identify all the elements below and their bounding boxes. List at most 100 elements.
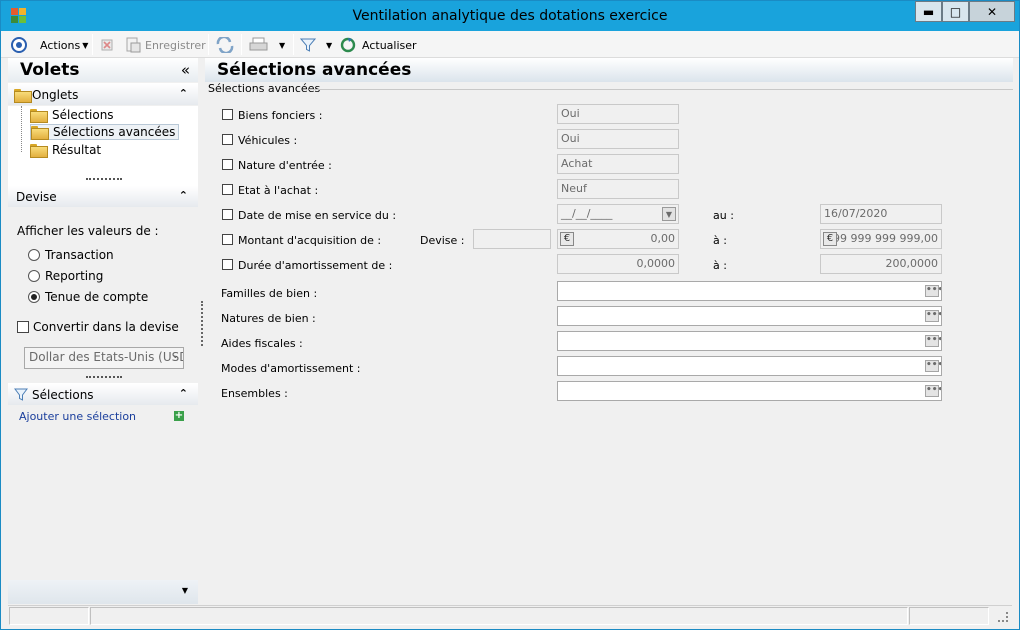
service-date-to[interactable]: 16/07/2020 [820, 204, 942, 224]
checkbox-land-assets[interactable] [222, 109, 233, 120]
selections-section-header[interactable]: Sélections ⌃ [8, 383, 198, 405]
checkbox-service-date[interactable] [222, 209, 233, 220]
print-icon[interactable]: ▼ [249, 36, 285, 54]
service-date-from[interactable]: __/__/____ ▼ [557, 204, 679, 224]
ellipsis-icon[interactable]: ••• [925, 335, 941, 347]
radio-transaction[interactable]: Transaction [28, 247, 114, 263]
actions-label: Actions [40, 38, 81, 52]
checkbox-vehicles[interactable] [222, 134, 233, 145]
asset-families-field[interactable]: ••• [557, 281, 942, 301]
chevron-up-icon[interactable]: ⌃ [179, 387, 188, 400]
currency-field[interactable] [473, 229, 551, 249]
row-label: Date de mise en service du : [238, 209, 397, 222]
folder-icon [14, 89, 32, 103]
checkbox-acquisition-amount[interactable] [222, 234, 233, 245]
radio-button[interactable] [28, 291, 40, 303]
ellipsis-icon[interactable]: ••• [925, 360, 941, 372]
convert-checkbox[interactable] [17, 321, 29, 333]
title-bar[interactable]: Ventilation analytique des dotations exe… [1, 1, 1019, 31]
chevron-up-icon[interactable]: ⌃ [179, 87, 188, 100]
refresh-button[interactable]: Actualiser [340, 36, 417, 54]
duration-to[interactable]: 200,0000 [820, 254, 942, 274]
checkbox-entry-nature[interactable] [222, 159, 233, 170]
sync-icon[interactable] [216, 36, 234, 54]
chevron-down-icon: ⌄ [171, 351, 179, 361]
radio-reporting[interactable]: Reporting [28, 268, 103, 284]
toolbar: Actions ▼ Enregistrer ▼ ▼ Actualiser [1, 31, 1019, 58]
entry-nature-value[interactable]: Achat [557, 154, 679, 174]
vehicles-value[interactable]: Oui [557, 129, 679, 149]
chevron-down-icon[interactable]: ▼ [182, 586, 188, 595]
ellipsis-icon[interactable]: ••• [925, 285, 941, 297]
radio-button[interactable] [28, 249, 40, 261]
minimize-button[interactable]: ▬ [915, 1, 942, 22]
asset-natures-field[interactable]: ••• [557, 306, 942, 326]
euro-icon: € [823, 232, 837, 246]
row-label: Nature d'entrée : [238, 159, 332, 172]
checkbox-purchase-state[interactable] [222, 184, 233, 195]
row-label: Durée d'amortissement de : [238, 259, 393, 272]
chevron-down-icon: ▼ [326, 40, 333, 50]
sets-field[interactable]: ••• [557, 381, 942, 401]
filter-icon[interactable]: ▼ [300, 36, 332, 54]
radio-account-keeping[interactable]: Tenue de compte [28, 289, 148, 305]
amount-from[interactable]: € 0,00 [557, 229, 679, 249]
date-from-value: __/__/____ [561, 207, 613, 220]
currency-select[interactable]: Dollar des Etats-Unis (USD ⌄ [24, 347, 184, 369]
ellipsis-icon[interactable]: ••• [925, 385, 941, 397]
row-label: Modes d'amortissement : [221, 362, 361, 375]
convert-checkbox-row[interactable]: Convertir dans la devise [17, 320, 179, 334]
amount-to-value: 999 999 999 999,00 [826, 232, 938, 245]
tabs-section-header[interactable]: Onglets ⌃ [8, 83, 198, 105]
tab-label: Résultat [52, 143, 102, 157]
tab-selections[interactable]: Sélections [30, 107, 114, 123]
row-label: Natures de bien : [221, 312, 316, 325]
currency-label: Devise : [420, 234, 465, 247]
resize-grip[interactable] [86, 178, 122, 180]
duration-from[interactable]: 0,0000 [557, 254, 679, 274]
delete-icon[interactable] [100, 36, 114, 54]
resize-grip-icon[interactable] [998, 612, 1008, 622]
refresh-icon [340, 37, 356, 53]
tax-aids-field[interactable]: ••• [557, 331, 942, 351]
actions-menu[interactable]: Actions ▼ [40, 36, 88, 54]
plus-icon[interactable]: + [174, 411, 184, 421]
currency-section-label: Devise [16, 190, 57, 204]
tab-advanced-selections[interactable]: Sélections avancées [30, 124, 180, 140]
chevron-up-icon[interactable]: ⌃ [179, 189, 188, 202]
save-button[interactable]: Enregistrer [125, 36, 206, 54]
panel-footer: ▼ [8, 580, 198, 604]
row-label: Véhicules : [238, 134, 298, 147]
checkbox-depreciation-duration[interactable] [222, 259, 233, 270]
amount-from-value: 0,00 [650, 232, 676, 245]
maximize-button[interactable]: □ [942, 1, 969, 22]
tabs-tree: Sélections Sélections avancées Résultat [8, 106, 198, 186]
app-window: Ventilation analytique des dotations exe… [0, 0, 1020, 630]
ellipsis-icon[interactable]: ••• [925, 310, 941, 322]
currency-section-header[interactable]: Devise ⌃ [8, 185, 198, 207]
row-label: Etat à l'achat : [238, 184, 319, 197]
currency-select-value: Dollar des Etats-Unis (USD [29, 350, 184, 364]
chevron-down-icon: ▼ [82, 40, 89, 50]
depreciation-modes-field[interactable]: ••• [557, 356, 942, 376]
target-icon[interactable] [11, 36, 27, 54]
purchase-state-value[interactable]: Neuf [557, 179, 679, 199]
resize-grip[interactable] [86, 376, 122, 378]
collapse-panel-button[interactable]: « [181, 61, 190, 79]
folder-icon [30, 109, 48, 123]
status-bar [8, 605, 1012, 625]
tab-result[interactable]: Résultat [30, 142, 101, 158]
radio-label: Tenue de compte [45, 290, 149, 304]
add-selection-link[interactable]: Ajouter une sélection [19, 410, 136, 423]
land-assets-value[interactable]: Oui [557, 104, 679, 124]
main-content: Sélections avancées Sélections avancées … [205, 58, 1013, 605]
amount-to[interactable]: € 999 999 999 999,00 [820, 229, 942, 249]
to-label: à : [713, 234, 727, 247]
close-button[interactable]: ✕ [969, 1, 1015, 22]
row-label: Biens fonciers : [238, 109, 323, 122]
status-cell [909, 607, 989, 625]
splitter[interactable] [201, 301, 203, 346]
calendar-dropdown-icon[interactable]: ▼ [662, 207, 676, 221]
chevron-down-icon: ▼ [279, 40, 286, 50]
radio-button[interactable] [28, 270, 40, 282]
